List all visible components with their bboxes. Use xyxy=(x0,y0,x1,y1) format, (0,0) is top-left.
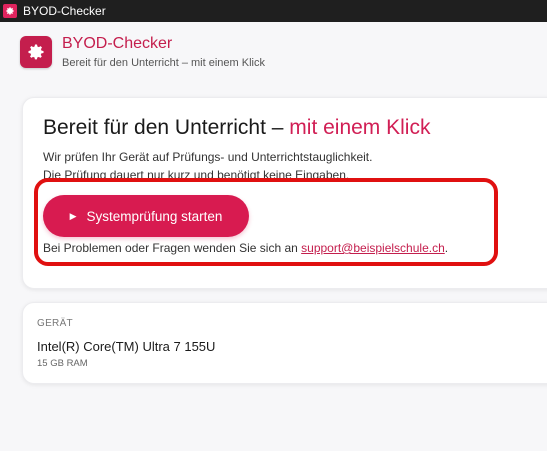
app-header: BYOD-Checker Bereit für den Unterricht –… xyxy=(20,35,265,69)
gear-icon xyxy=(20,36,52,68)
headline-accent: mit einem Klick xyxy=(289,116,431,139)
headline-main: Bereit für den Unterricht – xyxy=(43,116,290,139)
highlight-box xyxy=(34,178,498,266)
device-cpu: Intel(R) Core(TM) Ultra 7 155U xyxy=(37,339,216,354)
device-card: GERÄT Intel(R) Core(TM) Ultra 7 155U 15 … xyxy=(22,302,547,384)
device-label: GERÄT xyxy=(37,318,73,329)
app-subtitle: Bereit für den Unterricht – mit einem Kl… xyxy=(62,57,265,69)
device-ram: 15 GB RAM xyxy=(37,358,88,369)
hero-headline: Bereit für den Unterricht – mit einem Kl… xyxy=(43,116,430,140)
app-gear-icon xyxy=(3,4,17,18)
window-titlebar: BYOD-Checker xyxy=(0,0,547,22)
hero-description: Wir prüfen Ihr Gerät auf Prüfungs- und U… xyxy=(43,150,373,164)
window-title: BYOD-Checker xyxy=(23,4,106,18)
app-title: BYOD-Checker xyxy=(62,35,173,52)
